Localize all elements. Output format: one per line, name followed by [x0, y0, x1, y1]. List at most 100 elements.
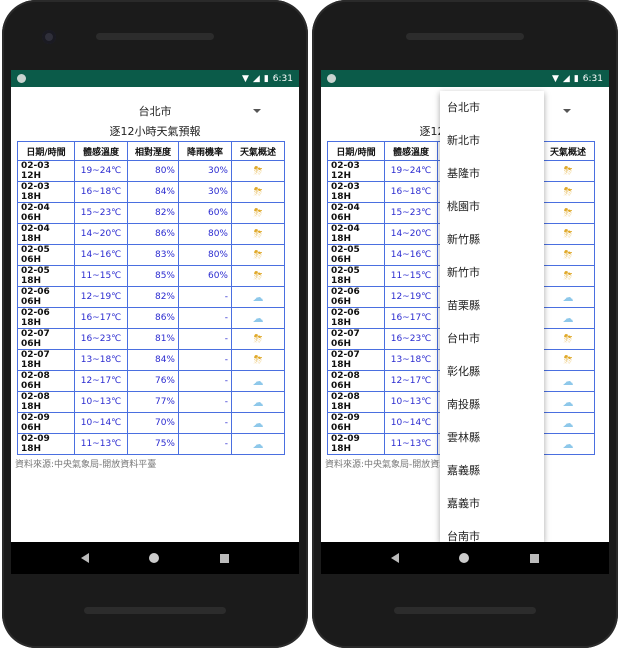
weather-icon: ☁ — [541, 433, 595, 455]
dropdown-option[interactable]: 台中市 — [440, 322, 544, 355]
cell-temp: 14~16℃ — [384, 244, 438, 266]
phone-left: ▼ ◢ ▮ 6:31 台北市 逐12小時天氣預報 日期/時間 體感溫度 相對溼度… — [2, 0, 308, 648]
table-row: 02-09 06H10~14℃70%-☁ — [17, 412, 285, 434]
table-row: 02-03 12H19~24℃80%30%⛈ — [17, 160, 285, 182]
recents-button[interactable] — [529, 553, 539, 563]
dropdown-option[interactable]: 新竹縣 — [440, 223, 544, 256]
dropdown-option[interactable]: 新北市 — [440, 124, 544, 157]
signal-icon: ◢ — [252, 73, 260, 84]
weather-icon: ☁ — [231, 433, 285, 455]
cell-rain: - — [178, 433, 232, 455]
cell-datetime: 02-03 12H — [17, 160, 75, 182]
header-summary: 天氣概述 — [541, 141, 595, 161]
cell-rain: - — [178, 349, 232, 371]
cell-temp: 16~18℃ — [74, 181, 128, 203]
cell-rain: 30% — [178, 160, 232, 182]
cell-humidity: 86% — [127, 307, 179, 329]
cell-datetime: 02-06 06H — [327, 286, 385, 308]
recents-button[interactable] — [219, 553, 229, 563]
cell-datetime: 02-06 18H — [327, 307, 385, 329]
weather-icon: ⛈ — [541, 244, 595, 266]
dropdown-option[interactable]: 嘉義縣 — [440, 454, 544, 487]
status-bar: ▼ ◢ ▮ 6:31 — [321, 70, 609, 87]
cell-rain: 80% — [178, 244, 232, 266]
cell-humidity: 82% — [127, 286, 179, 308]
weather-icon: ⛈ — [231, 244, 285, 266]
cell-datetime: 02-05 18H — [327, 265, 385, 287]
forecast-subtitle: 逐12小時天氣預報 — [109, 125, 201, 138]
weather-icon: ☁ — [541, 286, 595, 308]
nav-bar — [321, 542, 609, 574]
dropdown-option[interactable]: 台南市 — [440, 520, 544, 542]
weather-icon: ☁ — [231, 307, 285, 329]
cell-humidity: 86% — [127, 223, 179, 245]
cell-temp: 14~20℃ — [74, 223, 128, 245]
cell-rain: 60% — [178, 202, 232, 224]
dropdown-option[interactable]: 苗栗縣 — [440, 289, 544, 322]
weather-icon: ⛈ — [231, 265, 285, 287]
cell-datetime: 02-04 18H — [327, 223, 385, 245]
cell-datetime: 02-04 06H — [17, 202, 75, 224]
cell-humidity: 77% — [127, 391, 179, 413]
cell-datetime: 02-08 18H — [327, 391, 385, 413]
cell-datetime: 02-09 18H — [17, 433, 75, 455]
home-button[interactable] — [459, 553, 470, 563]
cell-temp: 16~18℃ — [384, 181, 438, 203]
table-row: 02-09 18H11~13℃75%-☁ — [17, 433, 285, 455]
dropdown-option[interactable]: 南投縣 — [440, 388, 544, 421]
weather-icon: ☁ — [541, 391, 595, 413]
cell-temp: 12~19℃ — [384, 286, 438, 308]
city-spinner[interactable]: 台北市 — [11, 103, 299, 125]
back-button[interactable] — [391, 553, 400, 563]
cell-datetime: 02-03 18H — [17, 181, 75, 203]
weather-icon: ☁ — [541, 370, 595, 392]
cell-datetime: 02-06 18H — [17, 307, 75, 329]
speaker-bottom — [394, 607, 536, 614]
table-row: 02-06 06H12~19℃82%-☁ — [17, 286, 285, 308]
cell-rain: 60% — [178, 265, 232, 287]
dropdown-option[interactable]: 新竹市 — [440, 256, 544, 289]
speaker-top — [96, 33, 214, 40]
cell-temp: 11~13℃ — [384, 433, 438, 455]
table-row: 02-08 06H12~17℃76%-☁ — [17, 370, 285, 392]
cell-datetime: 02-05 06H — [327, 244, 385, 266]
dropdown-option[interactable]: 桃園市 — [440, 190, 544, 223]
signal-icon: ◢ — [562, 73, 570, 84]
cell-temp: 19~24℃ — [384, 160, 438, 182]
cell-temp: 10~14℃ — [74, 412, 128, 434]
cell-humidity: 75% — [127, 433, 179, 455]
cell-temp: 14~20℃ — [384, 223, 438, 245]
table-row: 02-04 18H14~20℃86%80%⛈ — [17, 223, 285, 245]
weather-icon: ☁ — [231, 412, 285, 434]
clock: 6:31 — [272, 73, 293, 84]
cell-temp: 10~13℃ — [74, 391, 128, 413]
cell-datetime: 02-07 06H — [327, 328, 385, 350]
speaker-top — [406, 33, 524, 40]
back-button[interactable] — [81, 553, 90, 563]
cell-humidity: 85% — [127, 265, 179, 287]
table-row: 02-07 18H13~18℃84%-⛈ — [17, 349, 285, 371]
forecast-table: 日期/時間 體感溫度 相對溼度 降雨機率 天氣概述 02-03 12H19~24… — [17, 141, 285, 455]
cell-datetime: 02-05 18H — [17, 265, 75, 287]
dropdown-option[interactable]: 彰化縣 — [440, 355, 544, 388]
status-bar: ▼ ◢ ▮ 6:31 — [11, 70, 299, 87]
dropdown-option[interactable]: 台北市 — [440, 91, 544, 124]
table-row: 02-05 18H11~15℃85%60%⛈ — [17, 265, 285, 287]
cell-temp: 13~18℃ — [74, 349, 128, 371]
cell-humidity: 84% — [127, 349, 179, 371]
dropdown-option[interactable]: 嘉義市 — [440, 487, 544, 520]
dropdown-option[interactable]: 雲林縣 — [440, 421, 544, 454]
home-button[interactable] — [149, 553, 160, 563]
cell-temp: 12~17℃ — [384, 370, 438, 392]
cell-humidity: 70% — [127, 412, 179, 434]
dropdown-arrow-icon — [253, 109, 261, 113]
table-row: 02-05 06H14~16℃83%80%⛈ — [17, 244, 285, 266]
cell-humidity: 84% — [127, 181, 179, 203]
cell-temp: 15~23℃ — [384, 202, 438, 224]
cell-temp: 14~16℃ — [74, 244, 128, 266]
weather-icon: ⛈ — [231, 181, 285, 203]
cell-humidity: 81% — [127, 328, 179, 350]
wifi-icon: ▼ — [551, 73, 559, 84]
header-summary: 天氣概述 — [231, 141, 285, 161]
dropdown-option[interactable]: 基隆市 — [440, 157, 544, 190]
